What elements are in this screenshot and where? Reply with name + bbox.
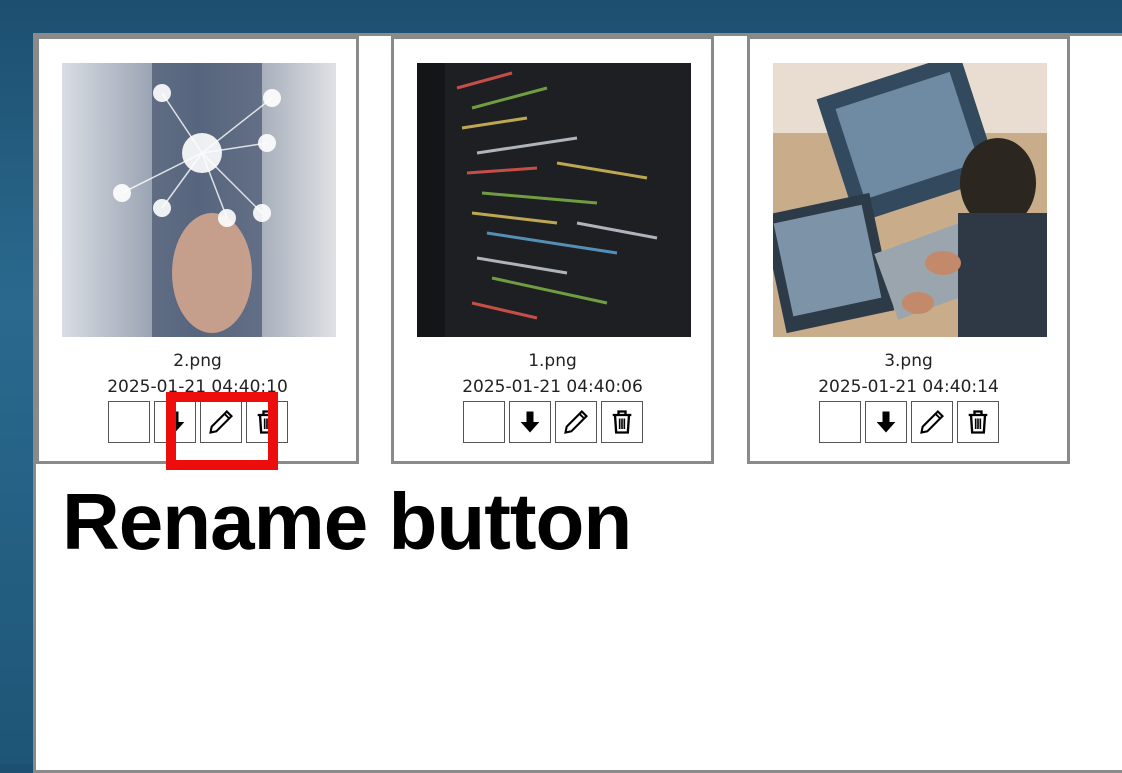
file-date: 2025-01-21 04:40:14: [818, 377, 999, 397]
file-date: 2025-01-21 04:40:06: [462, 377, 643, 397]
rename-button[interactable]: [554, 401, 597, 443]
select-checkbox[interactable]: [107, 401, 150, 443]
file-thumbnail[interactable]: [62, 63, 336, 337]
pencil-icon: [919, 410, 944, 434]
file-thumbnail[interactable]: [417, 63, 691, 337]
pencil-icon: [563, 410, 588, 434]
file-name: 2.png: [173, 351, 222, 371]
trash-icon: [968, 410, 987, 434]
file-actions: [750, 401, 1067, 443]
select-checkbox[interactable]: [818, 401, 861, 443]
rename-button[interactable]: [910, 401, 953, 443]
file-actions: [394, 401, 711, 443]
arrow-down-icon: [520, 411, 539, 433]
trash-icon: [612, 410, 631, 434]
file-thumbnail[interactable]: [773, 63, 1047, 337]
arrow-down-icon: [876, 411, 895, 433]
delete-button[interactable]: [956, 401, 999, 443]
select-checkbox[interactable]: [462, 401, 505, 443]
file-name: 1.png: [528, 351, 577, 371]
file-card[interactable]: 1.png 2025-01-21 04:40:06: [391, 36, 714, 464]
delete-button[interactable]: [600, 401, 643, 443]
download-button[interactable]: [508, 401, 551, 443]
file-card[interactable]: 3.png 2025-01-21 04:40:14: [747, 36, 1070, 464]
file-name: 3.png: [884, 351, 933, 371]
annotation-label: Rename button: [62, 477, 632, 566]
download-button[interactable]: [864, 401, 907, 443]
rename-highlight-box: [166, 392, 278, 470]
